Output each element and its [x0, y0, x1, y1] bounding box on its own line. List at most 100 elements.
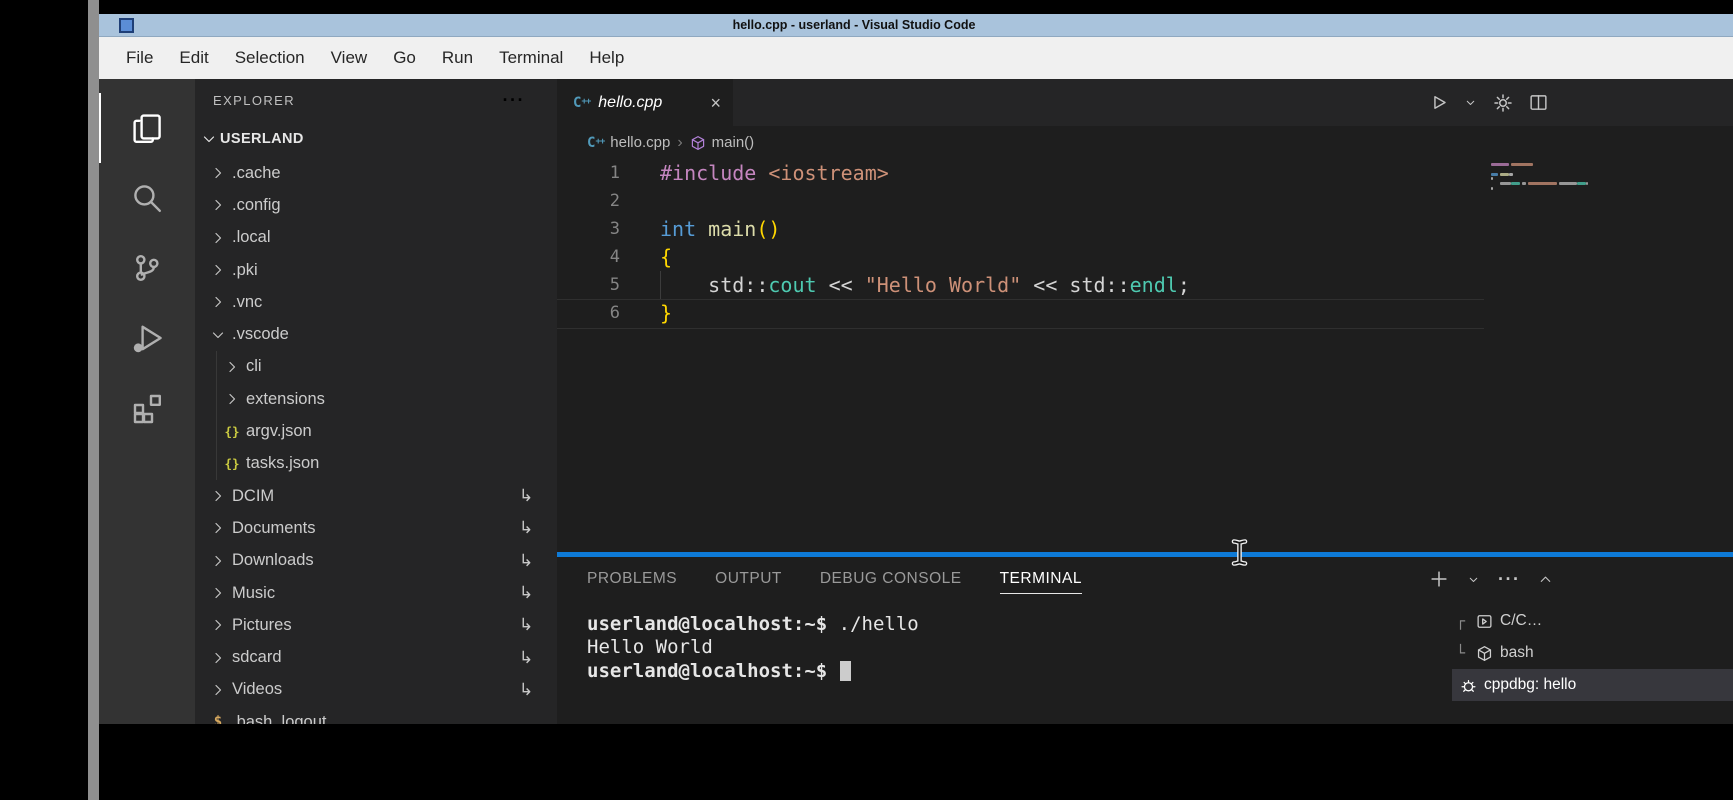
twisty [207, 488, 229, 504]
method-icon [690, 135, 706, 151]
menu-run[interactable]: Run [429, 37, 486, 79]
terminal-list-item-cppdbg-hello[interactable]: cppdbg: hello [1452, 669, 1733, 701]
twisty [207, 294, 229, 310]
terminal[interactable]: userland@localhost:~$ ./helloHello World… [557, 601, 1452, 724]
tree-item-label: tasks.json [246, 454, 319, 473]
tree-item-local[interactable]: .local [195, 222, 557, 254]
tree-item-label: Pictures [232, 616, 292, 635]
tab-label: hello.cpp [598, 94, 662, 112]
json-icon: {} [224, 456, 239, 471]
terminal-profile-dropdown[interactable] [1467, 573, 1480, 586]
breadcrumb-symbol[interactable]: main() [690, 134, 755, 151]
shell-icon: $ [214, 714, 222, 724]
tree-item-label: .bash_logout [232, 713, 327, 724]
tab-close-button[interactable]: × [710, 94, 721, 112]
menu-selection[interactable]: Selection [222, 37, 318, 79]
title-bar: hello.cpp - userland - Visual Studio Cod… [99, 14, 1733, 37]
symlink-icon: ↳ [519, 648, 533, 668]
menu-bar: FileEditSelectionViewGoRunTerminalHelp [99, 37, 1733, 79]
chevron-right-icon [210, 294, 226, 310]
tree-item-cache[interactable]: .cache [195, 157, 557, 189]
code-text: } [620, 301, 672, 325]
more-actions-button[interactable]: ··· [1498, 570, 1520, 588]
settings-button[interactable] [1493, 93, 1513, 113]
source-control-icon [131, 252, 163, 284]
file-tree: .cache.config.local.pki.vnc.vscodecli ext… [195, 157, 557, 724]
code-area[interactable]: 1#include <iostream> 2 3int main()4{5 std:… [557, 159, 1733, 552]
code-line-5[interactable]: 5 std::cout << "Hello World" << std::end… [557, 271, 1733, 299]
symlink-icon: ↳ [519, 551, 533, 571]
cpp-icon: C++ [573, 96, 590, 110]
terminal-list-item-c-c[interactable]: ┌C/C… [1452, 605, 1733, 637]
line-number: 3 [557, 219, 620, 239]
tab-hello-cpp[interactable]: C++ hello.cpp × [557, 79, 733, 126]
terminal-line: userland@localhost:~$ ./hello [587, 612, 1452, 636]
terminal-list-item-bash[interactable]: └bash [1452, 637, 1733, 669]
code-line-2[interactable]: 2 [557, 187, 1733, 215]
menu-terminal[interactable]: Terminal [486, 37, 576, 79]
menu-go[interactable]: Go [380, 37, 429, 79]
window-icon[interactable] [119, 18, 134, 33]
code-line-3[interactable]: 3int main() [557, 215, 1733, 243]
twisty [221, 359, 243, 375]
tree-item-tasks-json[interactable]: {} tasks.json [195, 448, 557, 480]
activity-run-and-debug[interactable] [99, 303, 195, 373]
code-line-6[interactable]: 6} [557, 299, 1733, 327]
tree-item-dcim[interactable]: DCIM↳ [195, 480, 557, 512]
tree-item-bash-logout[interactable]: $ .bash_logout [195, 706, 557, 724]
panel-tab-output[interactable]: OUTPUT [715, 557, 782, 601]
panel-tab-debug-console[interactable]: DEBUG CONSOLE [820, 557, 962, 601]
panel-header: PROBLEMS OUTPUT DEBUG CONSOLE TERMINAL ··· [557, 557, 1733, 601]
tree-item-label: Downloads [232, 551, 314, 570]
activity-source-control[interactable] [99, 233, 195, 303]
tree-item-pictures[interactable]: Pictures↳ [195, 609, 557, 641]
new-terminal-button[interactable] [1429, 569, 1449, 589]
workbench: EXPLORER ··· USERLAND .cache.config.loca… [99, 79, 1733, 724]
menu-file[interactable]: File [113, 37, 166, 79]
run-dropdown[interactable] [1464, 96, 1477, 109]
line-number: 4 [557, 247, 620, 267]
code-line-4[interactable]: 4{ [557, 243, 1733, 271]
tree-item-extensions[interactable]: extensions [195, 383, 557, 415]
tree-item-vscode[interactable]: .vscode [195, 318, 557, 350]
tree-item-label: Music [232, 584, 275, 603]
split-editor-button[interactable] [1529, 93, 1548, 112]
tree-item-music[interactable]: Music↳ [195, 577, 557, 609]
maximize-panel-button[interactable] [1538, 572, 1553, 587]
chevron-right-icon [210, 617, 226, 633]
play-icon [1429, 93, 1448, 112]
breadcrumb-file[interactable]: C++ hello.cpp [587, 134, 670, 151]
tree-item-pki[interactable]: .pki [195, 254, 557, 286]
twisty [207, 682, 229, 698]
menu-help[interactable]: Help [576, 37, 637, 79]
activity-explorer[interactable] [99, 93, 195, 163]
tree-item-videos[interactable]: Videos↳ [195, 674, 557, 706]
tree-item-vnc[interactable]: .vnc [195, 286, 557, 318]
chevron-right-icon [210, 165, 226, 181]
run-button[interactable] [1429, 93, 1448, 112]
tree-item-sdcard[interactable]: sdcard↳ [195, 641, 557, 673]
editor-group: C++ hello.cpp × C++ hello.cpp › main() [557, 79, 1733, 724]
menu-edit[interactable]: Edit [166, 37, 221, 79]
tree-item-config[interactable]: .config [195, 189, 557, 221]
panel-body: userland@localhost:~$ ./helloHello World… [557, 601, 1733, 724]
screen-divider [88, 0, 99, 800]
activity-extensions[interactable] [99, 373, 195, 443]
panel-tab-problems[interactable]: PROBLEMS [587, 557, 677, 601]
code-line-1[interactable]: 1#include <iostream> [557, 159, 1733, 187]
tree-item-cli[interactable]: cli [195, 351, 557, 383]
tree-item-argv-json[interactable]: {}argv.json [195, 415, 557, 447]
panel-tab-terminal[interactable]: TERMINAL [1000, 557, 1082, 601]
activity-search[interactable] [99, 163, 195, 233]
explorer-more-button[interactable]: ··· [503, 91, 525, 109]
tree-item-documents[interactable]: Documents↳ [195, 512, 557, 544]
menu-view[interactable]: View [318, 37, 381, 79]
tree-item-label: extensions [246, 390, 325, 409]
chevron-right-icon [210, 650, 226, 666]
symlink-icon: ↳ [519, 518, 533, 538]
explorer-title: EXPLORER [213, 93, 295, 108]
line-number: 2 [557, 191, 620, 211]
chevron-down-icon [210, 327, 226, 343]
section-userland[interactable]: USERLAND [195, 121, 557, 157]
tree-item-downloads[interactable]: Downloads ↳ [195, 545, 557, 577]
